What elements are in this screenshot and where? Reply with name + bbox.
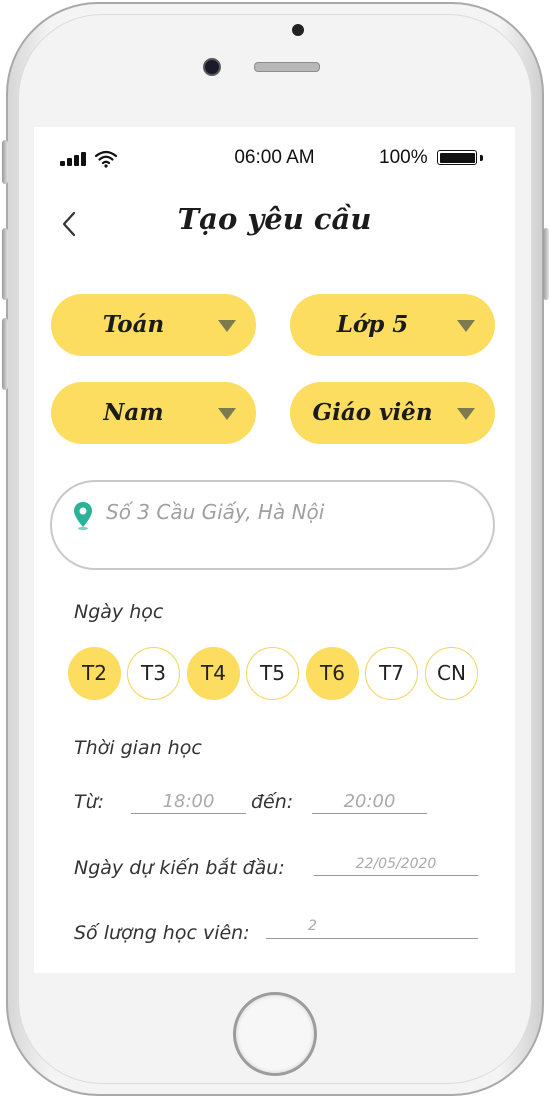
day-toggle-t7[interactable]: T7 — [365, 647, 418, 700]
day-toggle-t3[interactable]: T3 — [127, 647, 180, 700]
address-input[interactable]: Số 3 Cầu Giấy, Hà Nội — [50, 480, 495, 570]
tutor-type-dropdown-label: Giáo viên — [312, 399, 433, 426]
home-button[interactable] — [233, 992, 317, 1076]
day-toggle-t5[interactable]: T5 — [246, 647, 299, 700]
day-toggle-t4[interactable]: T4 — [187, 647, 240, 700]
caret-down-icon — [457, 320, 475, 332]
volume-up-button — [2, 228, 8, 300]
status-bar: 06:00 AM 100% — [34, 127, 515, 187]
day-toggle-t6[interactable]: T6 — [306, 647, 359, 700]
subject-dropdown[interactable]: Toán — [51, 294, 256, 356]
grade-dropdown[interactable]: Lớp 5 — [290, 294, 495, 356]
student-count-label: Số lượng học viên: — [74, 922, 250, 944]
to-label: đến: — [251, 791, 294, 813]
battery-tip — [480, 155, 483, 161]
from-time-input[interactable]: 18:00 — [131, 791, 246, 814]
earpiece-speaker — [254, 62, 320, 72]
days-label: Ngày học — [74, 601, 164, 623]
start-date-label: Ngày dự kiến bắt đầu: — [74, 857, 285, 879]
study-time-label: Thời gian học — [74, 737, 202, 759]
power-button — [543, 228, 549, 300]
gender-dropdown-label: Nam — [103, 399, 164, 426]
from-label: Từ: — [74, 791, 105, 813]
battery-icon — [437, 150, 477, 165]
day-toggle-t2[interactable]: T2 — [68, 647, 121, 700]
student-count-input[interactable]: 2 — [266, 918, 478, 939]
caret-down-icon — [218, 408, 236, 420]
page-title: Tạo yêu cầu — [177, 202, 372, 236]
address-value: Số 3 Cầu Giấy, Hà Nội — [106, 500, 325, 524]
subject-dropdown-label: Toán — [102, 311, 165, 338]
caret-down-icon — [457, 408, 475, 420]
to-time-input[interactable]: 20:00 — [312, 791, 427, 814]
sensor-dot — [292, 24, 304, 36]
app-screen: 06:00 AM 100% Tạo yêu cầu Toán Lớp 5 Nam… — [34, 127, 515, 973]
gender-dropdown[interactable]: Nam — [51, 382, 256, 444]
tutor-type-dropdown[interactable]: Giáo viên — [290, 382, 495, 444]
battery-percentage: 100% — [379, 147, 428, 168]
front-camera — [203, 58, 221, 76]
grade-dropdown-label: Lớp 5 — [336, 311, 409, 338]
location-pin-icon — [74, 502, 92, 531]
mute-switch — [2, 140, 8, 184]
volume-down-button — [2, 318, 8, 390]
caret-down-icon — [218, 320, 236, 332]
day-toggle-cn[interactable]: CN — [425, 647, 478, 700]
start-date-input[interactable]: 22/05/2020 — [314, 856, 478, 876]
